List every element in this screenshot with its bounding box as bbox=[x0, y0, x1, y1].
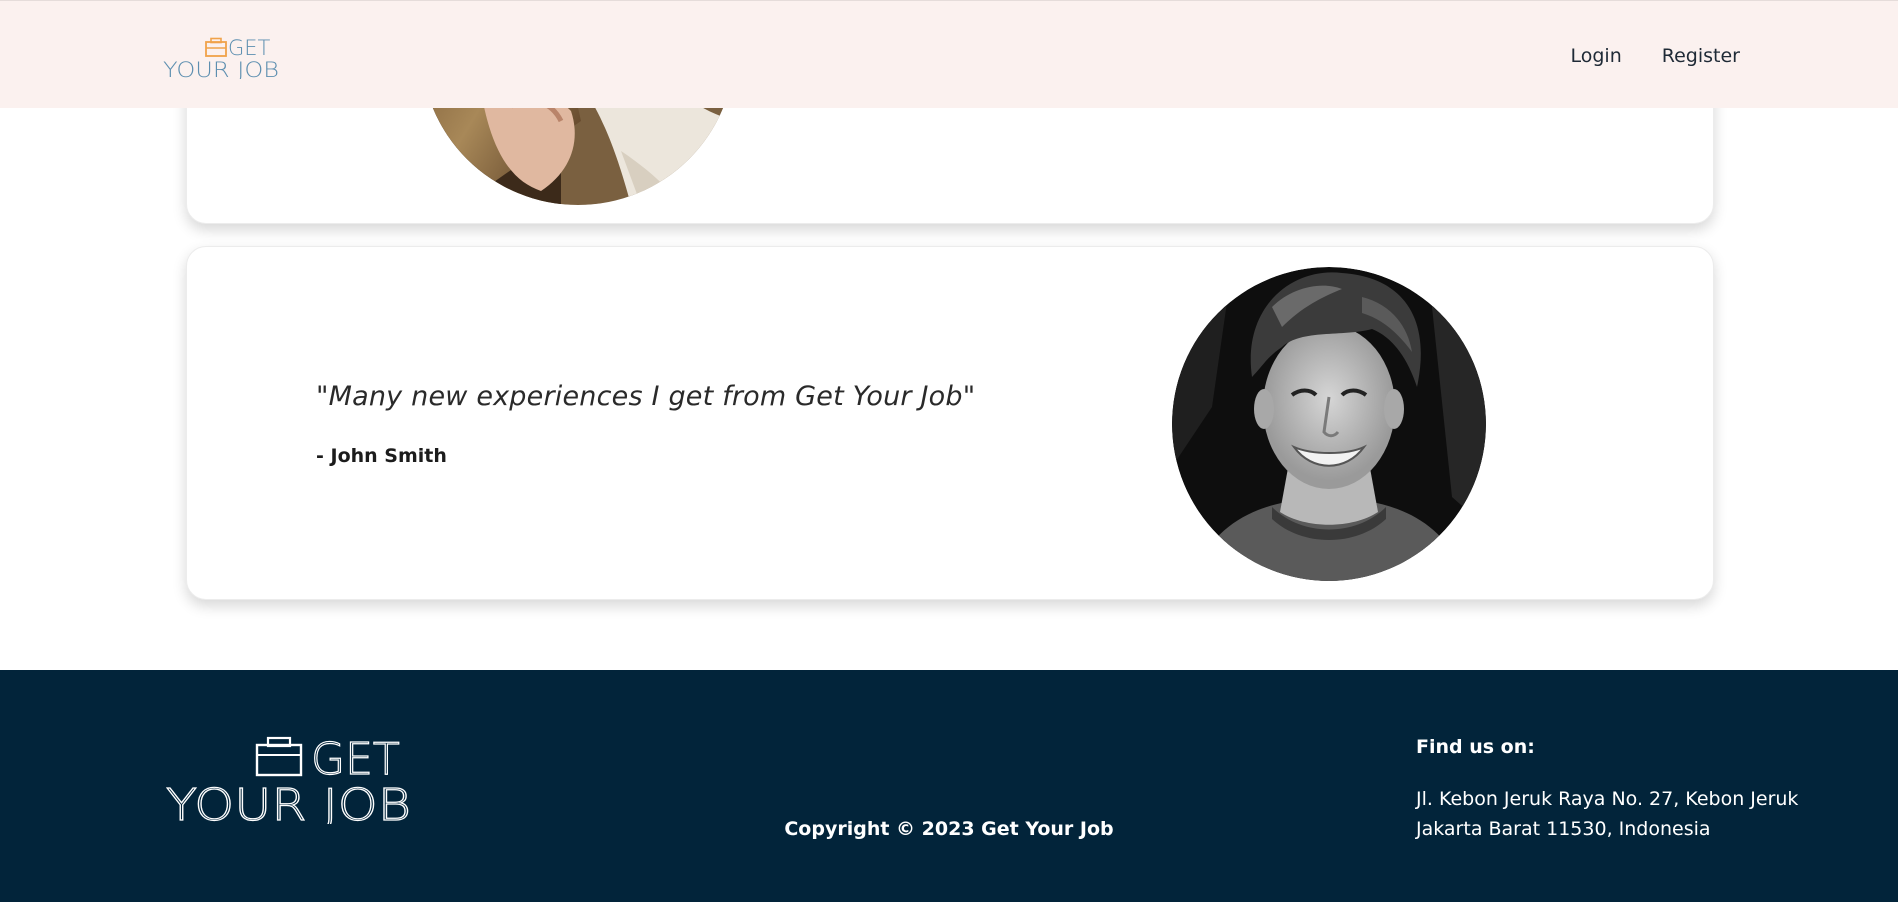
register-link[interactable]: Register bbox=[1662, 45, 1740, 67]
testimonial-card-2: "Many new experiences I get from Get You… bbox=[186, 246, 1714, 600]
footer-logo[interactable]: GET YOUR JOB bbox=[165, 732, 416, 831]
testimonial-author: - John Smith bbox=[316, 445, 447, 467]
briefcase-icon bbox=[205, 37, 227, 57]
address-line-1: Jl. Kebon Jeruk Raya No. 27, Kebon Jeruk bbox=[1416, 788, 1799, 810]
brand-logo[interactable]: GET YOUR JOB bbox=[163, 36, 283, 82]
testimonial-quote: "Many new experiences I get from Get You… bbox=[316, 381, 976, 412]
logo-text-bottom: YOUR JOB bbox=[163, 58, 279, 79]
find-us-section: Find us on: Jl. Kebon Jeruk Raya No. 27,… bbox=[1416, 736, 1798, 844]
login-link[interactable]: Login bbox=[1571, 45, 1622, 67]
find-us-title: Find us on: bbox=[1416, 736, 1535, 758]
testimonial-photo-man bbox=[1172, 267, 1486, 581]
footer-logo-text-top: GET bbox=[311, 734, 400, 785]
briefcase-icon bbox=[255, 736, 303, 777]
address-line-2: Jakarta Barat 11530, Indonesia bbox=[1416, 818, 1711, 840]
logo-text-top: GET bbox=[228, 37, 271, 60]
site-footer: GET YOUR JOB Copyright © 2023 Get Your J… bbox=[0, 670, 1898, 902]
top-navbar: GET YOUR JOB Login Register bbox=[0, 0, 1898, 108]
nav-links: Login Register bbox=[1571, 45, 1741, 67]
